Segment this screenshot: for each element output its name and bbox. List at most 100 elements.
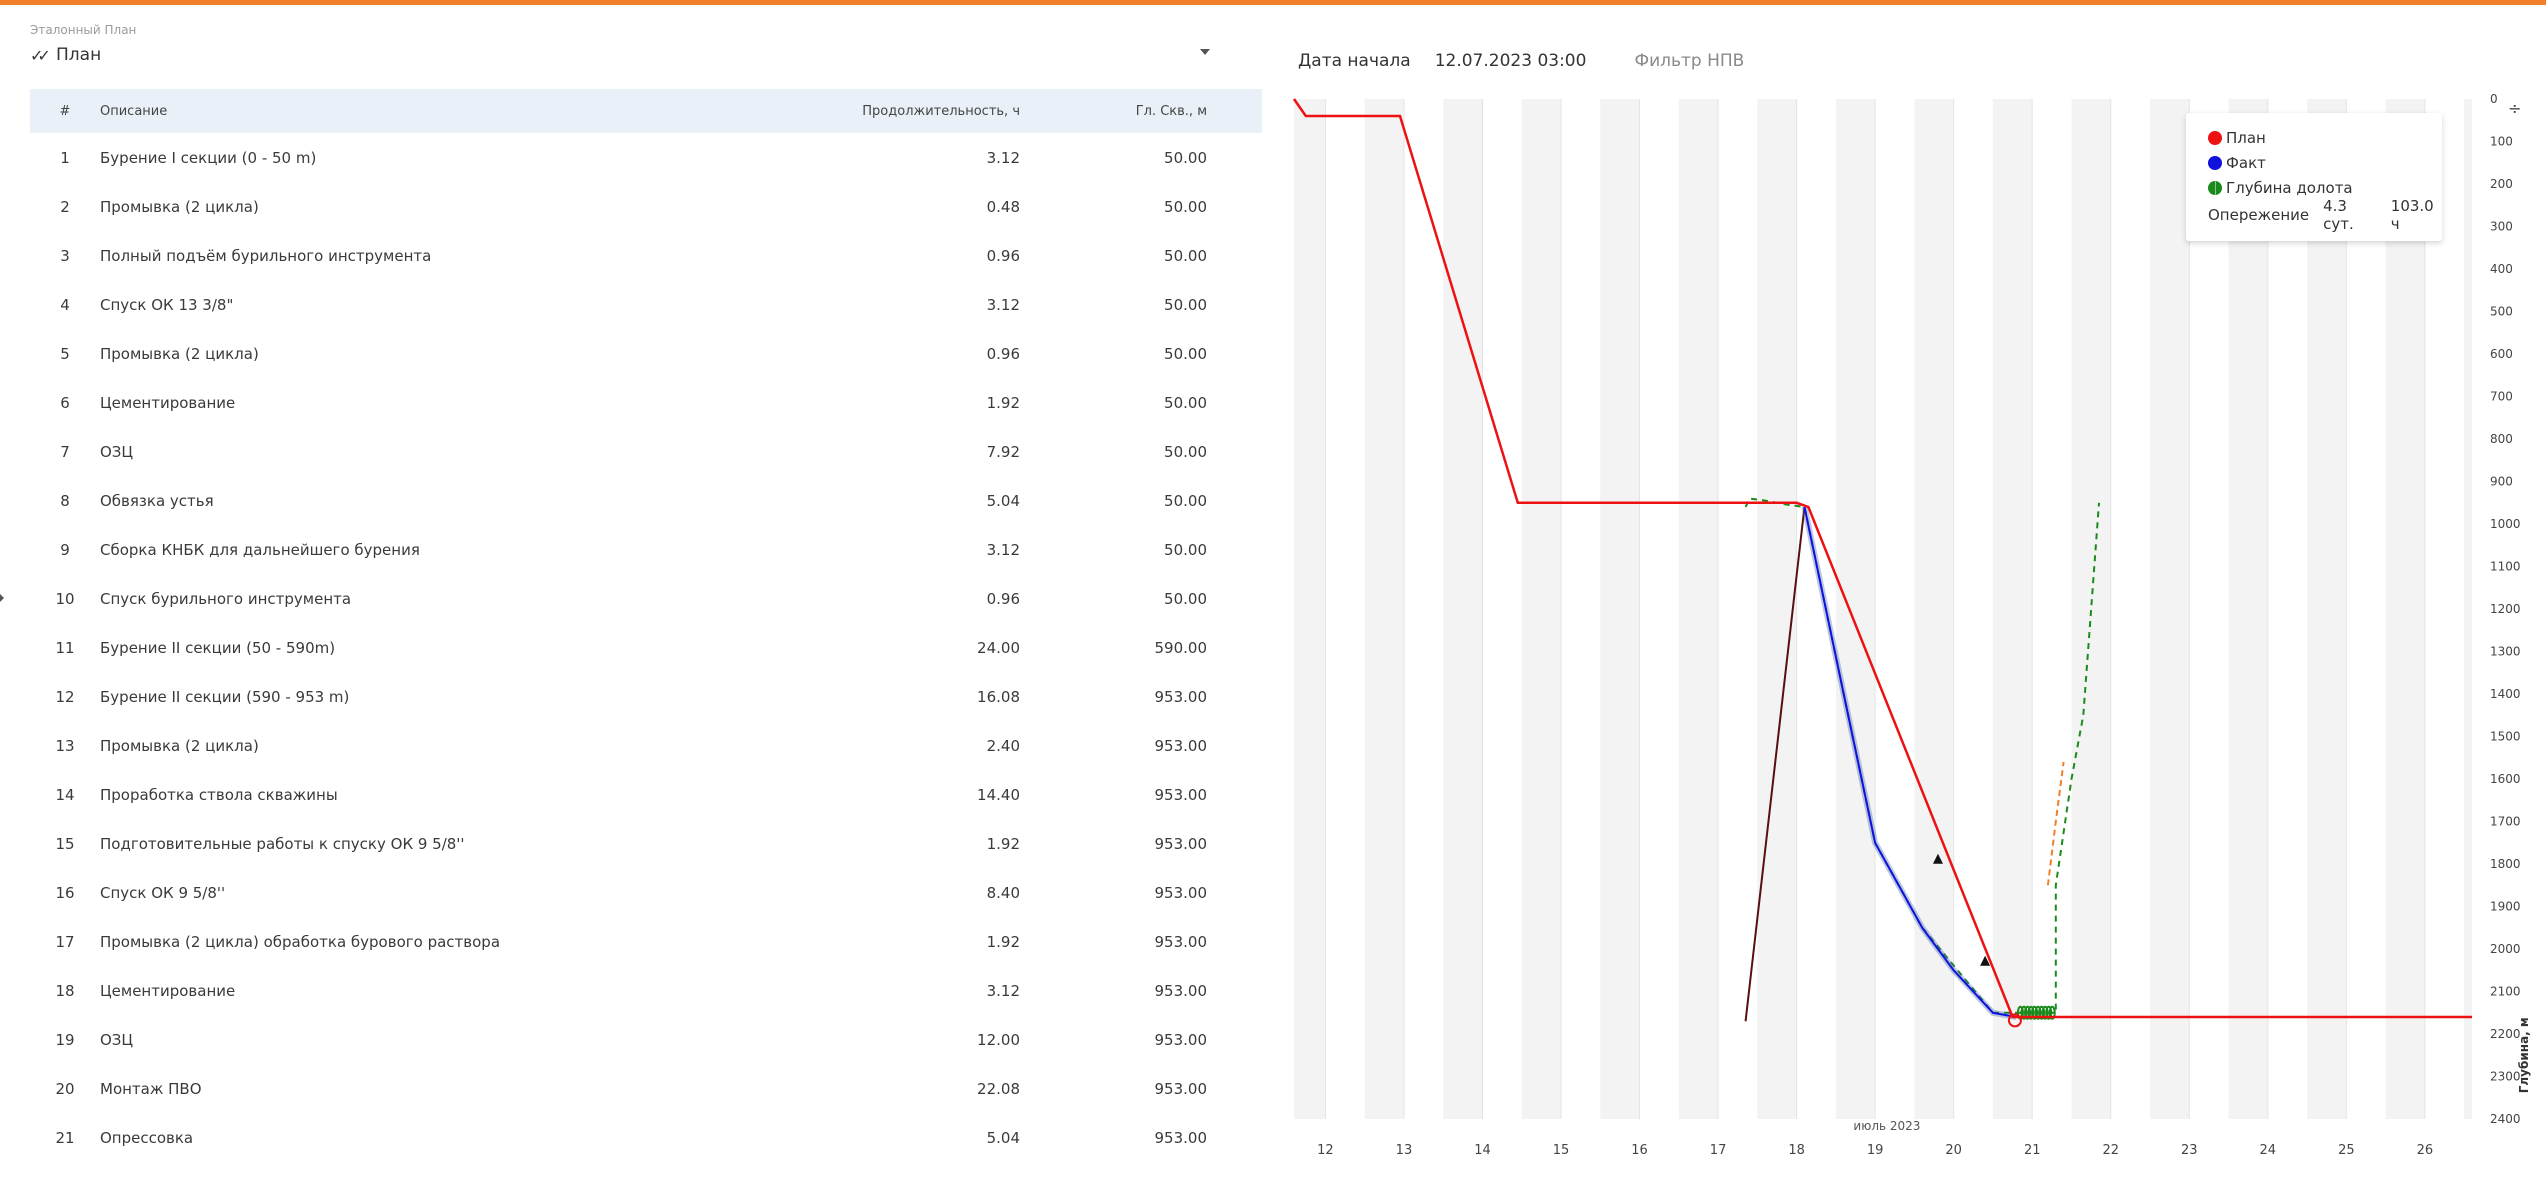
y-tick-label: 2100 (2490, 985, 2521, 999)
y-tick-label: 1100 (2490, 560, 2521, 574)
collapse-panel-icon[interactable] (0, 591, 6, 605)
y-tick-label: 500 (2490, 305, 2513, 319)
row-duration: 0.96 (986, 344, 1020, 363)
row-depth: 953.00 (1154, 932, 1208, 951)
row-duration: 22.08 (977, 1079, 1020, 1098)
chevron-down-icon[interactable] (1200, 49, 1210, 55)
row-desc: Монтаж ПВО (100, 1079, 202, 1098)
day-band (2071, 99, 2111, 1119)
legend-plan-label: План (2226, 128, 2266, 147)
y-tick-label: 1500 (2490, 730, 2521, 744)
y-tick-label: 1800 (2490, 857, 2521, 871)
table-row[interactable]: 13 Промывка (2 цикла) 2.40 953.00 (30, 721, 1262, 770)
table-row[interactable]: 16 Спуск ОК 9 5/8'' 8.40 953.00 (30, 868, 1262, 917)
plan-panel: Эталонный План ✓✓ План (30, 23, 1265, 69)
table-row[interactable]: 3 Полный подъём бурильного инструмента 0.9… (30, 231, 1262, 280)
row-desc: ОЗЦ (100, 1030, 134, 1049)
legend-plan[interactable]: План (2208, 125, 2442, 150)
table-row[interactable]: 8 Обвязка устья 5.04 50.00 (30, 476, 1262, 525)
table-row[interactable]: 6 Цементирование 1.92 50.00 (30, 378, 1262, 427)
table-row[interactable]: 2 Промывка (2 цикла) 0.48 50.00 (30, 182, 1262, 231)
y-tick-label: 2200 (2490, 1027, 2521, 1041)
x-tick-label: 17 (1710, 1143, 1727, 1158)
table-row[interactable]: 21 Опрессовка 5.04 953.00 (30, 1113, 1262, 1162)
zoom-icon[interactable]: ÷ (2508, 99, 2521, 118)
table-row[interactable]: 10 Спуск бурильного инструмента 0.96 50.00 (30, 574, 1262, 623)
row-desc: Промывка (2 цикла) (100, 736, 259, 755)
y-tick-label: 100 (2490, 135, 2513, 149)
row-depth: 50.00 (1164, 148, 1207, 167)
day-band (1521, 99, 1562, 1119)
y-tick-label: 0 (2490, 92, 2498, 106)
x-tick-label: 18 (1788, 1143, 1805, 1158)
row-num: 15 (55, 834, 75, 853)
row-duration: 3.12 (986, 295, 1020, 314)
row-duration: 0.96 (986, 589, 1020, 608)
row-desc: Бурение II секции (50 - 590m) (100, 638, 336, 657)
npv-filter[interactable]: Фильтр НПВ (1634, 51, 1744, 71)
row-depth: 50.00 (1164, 295, 1207, 314)
row-num: 20 (55, 1079, 75, 1098)
table-row[interactable]: 14 Проработка ствола скважины 14.40 953.00 (30, 770, 1262, 819)
legend-lead: Опережение 4.3 сут. 103.0 ч (2208, 197, 2442, 233)
y-tick-label: 1700 (2490, 815, 2521, 829)
start-date-value[interactable]: 12.07.2023 03:00 (1435, 51, 1587, 71)
table-row[interactable]: 4 Спуск ОК 13 3/8" 3.12 50.00 (30, 280, 1262, 329)
row-num: 9 (60, 540, 70, 559)
table-row[interactable]: 1 Бурение I секции (0 - 50 m) 3.12 50.00 (30, 133, 1262, 182)
row-desc: Опрессовка (100, 1128, 194, 1147)
table-row[interactable]: 15 Подготовительные работы к спуску ОК 9 … (30, 819, 1262, 868)
depth-chart[interactable]: 12 13 14 15 16 17 18 19 20 21 22 23 24 25 26 июль 2023 0… (1292, 89, 2544, 1179)
double-check-icon: ✓✓ (30, 45, 51, 65)
day-band (1757, 99, 1797, 1119)
row-duration: 24.00 (977, 638, 1020, 657)
table-row[interactable]: 12 Бурение II секции (590 - 953 m) 16.08 95… (30, 672, 1262, 721)
row-duration: 0.96 (986, 246, 1020, 265)
lead-label: Опережение (2208, 205, 2310, 224)
day-band (2385, 99, 2425, 1119)
y-tick-label: 2000 (2490, 942, 2521, 956)
table-row[interactable]: 18 Цементирование 3.12 953.00 (30, 966, 1262, 1015)
day-band (1678, 99, 1719, 1119)
col-desc-header[interactable]: Описание (100, 89, 660, 133)
y-tick-label: 400 (2490, 262, 2513, 276)
fact-dot-icon (2208, 155, 2222, 170)
row-duration: 8.40 (986, 883, 1020, 902)
plan-select[interactable]: ✓✓ План (30, 41, 1265, 69)
row-desc: Промывка (2 цикла) (100, 197, 259, 216)
col-num-header[interactable]: # (30, 89, 100, 133)
y-tick-label: 1300 (2490, 645, 2521, 659)
row-duration: 3.12 (986, 540, 1020, 559)
col-depth-header[interactable]: Гл. Скв., м (1020, 89, 1262, 133)
chart-header: Дата начала 12.07.2023 03:00 Фильтр НПВ (1298, 51, 1744, 71)
x-tick-label: 15 (1553, 1143, 1570, 1158)
y-axis-label: Глубина, м (2517, 1017, 2531, 1093)
row-desc: Цементирование (100, 393, 236, 412)
table-row[interactable]: 5 Промывка (2 цикла) 0.96 50.00 (30, 329, 1262, 378)
table-row[interactable]: 17 Промывка (2 цикла) обработка бурового … (30, 917, 1262, 966)
row-desc: Подготовительные работы к спуску ОК 9 5/… (100, 834, 465, 853)
table-row[interactable]: 7 ОЗЦ 7.92 50.00 (30, 427, 1262, 476)
y-tick-label: 1900 (2490, 900, 2521, 914)
x-tick-label: 25 (2338, 1143, 2355, 1158)
legend-fact[interactable]: Факт (2208, 150, 2442, 175)
col-duration-header[interactable]: Продолжительность, ч (660, 89, 1020, 133)
table-row[interactable]: 11 Бурение II секции (50 - 590m) 24.00 590.… (30, 623, 1262, 672)
y-tick-label: 2300 (2490, 1070, 2521, 1084)
row-depth: 50.00 (1164, 344, 1207, 363)
lead-hours: 103.0 ч (2390, 196, 2434, 233)
day-band (2464, 99, 2472, 1119)
y-tick-label: 1000 (2490, 517, 2521, 531)
row-desc: Полный подъём бурильного инструмента (100, 246, 432, 265)
row-depth: 953.00 (1154, 785, 1208, 804)
table-row[interactable]: 19 ОЗЦ 12.00 953.00 (30, 1015, 1262, 1064)
table-row[interactable]: 9 Сборка КНБК для дальнейшего бурения 3.12… (30, 525, 1262, 574)
row-duration: 5.04 (986, 1128, 1020, 1147)
x-tick-label: 20 (1945, 1143, 1962, 1158)
x-tick-label: 24 (2260, 1143, 2277, 1158)
row-duration: 1.92 (986, 834, 1020, 853)
row-num: 1 (60, 148, 70, 167)
row-duration: 1.92 (986, 932, 1020, 951)
row-depth: 953.00 (1154, 1030, 1208, 1049)
table-row[interactable]: 20 Монтаж ПВО 22.08 953.00 (30, 1064, 1262, 1113)
